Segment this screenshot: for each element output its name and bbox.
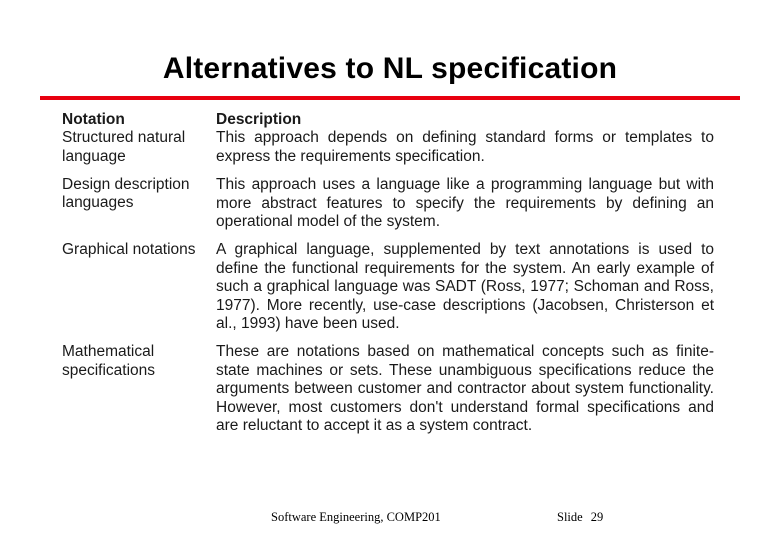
cell-notation: Graphical notations bbox=[62, 241, 196, 259]
cell-description: A graphical language, supplemented by te… bbox=[216, 241, 714, 333]
column-header-notation: Notation bbox=[62, 111, 125, 128]
notation-table: Notation Description Structured natural … bbox=[62, 111, 714, 436]
footer-slide-label: Slide bbox=[557, 510, 583, 524]
table-header-row: Notation Description bbox=[62, 111, 714, 129]
table-row: Design description languages This approa… bbox=[62, 176, 714, 231]
page-title: Alternatives to NL specification bbox=[162, 52, 618, 85]
footer-slide-info: Slide 29 bbox=[557, 510, 603, 525]
cell-description: This approach uses a language like a pro… bbox=[216, 176, 714, 231]
slide-footer: Software Engineering, COMP201 Slide 29 bbox=[0, 510, 780, 528]
cell-notation: Structured natural language bbox=[62, 129, 186, 165]
cell-description: This approach depends on defining standa… bbox=[216, 129, 714, 165]
title-divider bbox=[40, 96, 740, 100]
cell-notation: Mathematical specifications bbox=[62, 343, 156, 379]
slide: Alternatives to NL specification Notatio… bbox=[0, 0, 780, 540]
table-row: Graphical notations A graphical language… bbox=[62, 241, 714, 333]
column-header-description: Description bbox=[216, 111, 302, 128]
cell-description: These are notations based on mathematica… bbox=[216, 343, 714, 435]
footer-course-label: Software Engineering, COMP201 bbox=[271, 510, 441, 524]
table-row: Mathematical specifications These are no… bbox=[62, 343, 714, 435]
cell-notation: Design description languages bbox=[62, 176, 190, 212]
footer-slide-number: 29 bbox=[590, 510, 604, 524]
table-row: Structured natural language This approac… bbox=[62, 129, 714, 166]
